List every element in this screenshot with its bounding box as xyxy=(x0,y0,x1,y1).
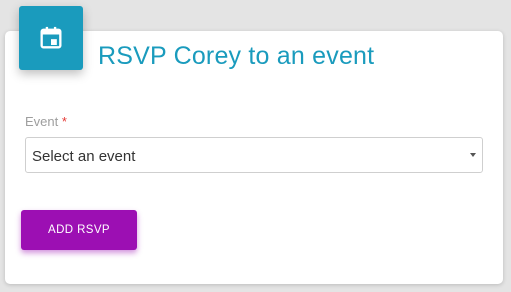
required-marker: * xyxy=(61,114,67,129)
calendar-icon xyxy=(40,26,62,49)
add-rsvp-button[interactable]: ADD RSVP xyxy=(21,210,137,250)
card-header-icon-box xyxy=(19,6,83,70)
dropdown-caret-icon xyxy=(470,153,476,157)
event-field-label: Event * xyxy=(25,114,67,129)
event-select-value: Select an event xyxy=(32,148,136,165)
event-label-text: Event xyxy=(25,114,59,129)
event-select[interactable]: Select an event xyxy=(25,137,483,173)
page-title: RSVP Corey to an event xyxy=(98,42,375,70)
